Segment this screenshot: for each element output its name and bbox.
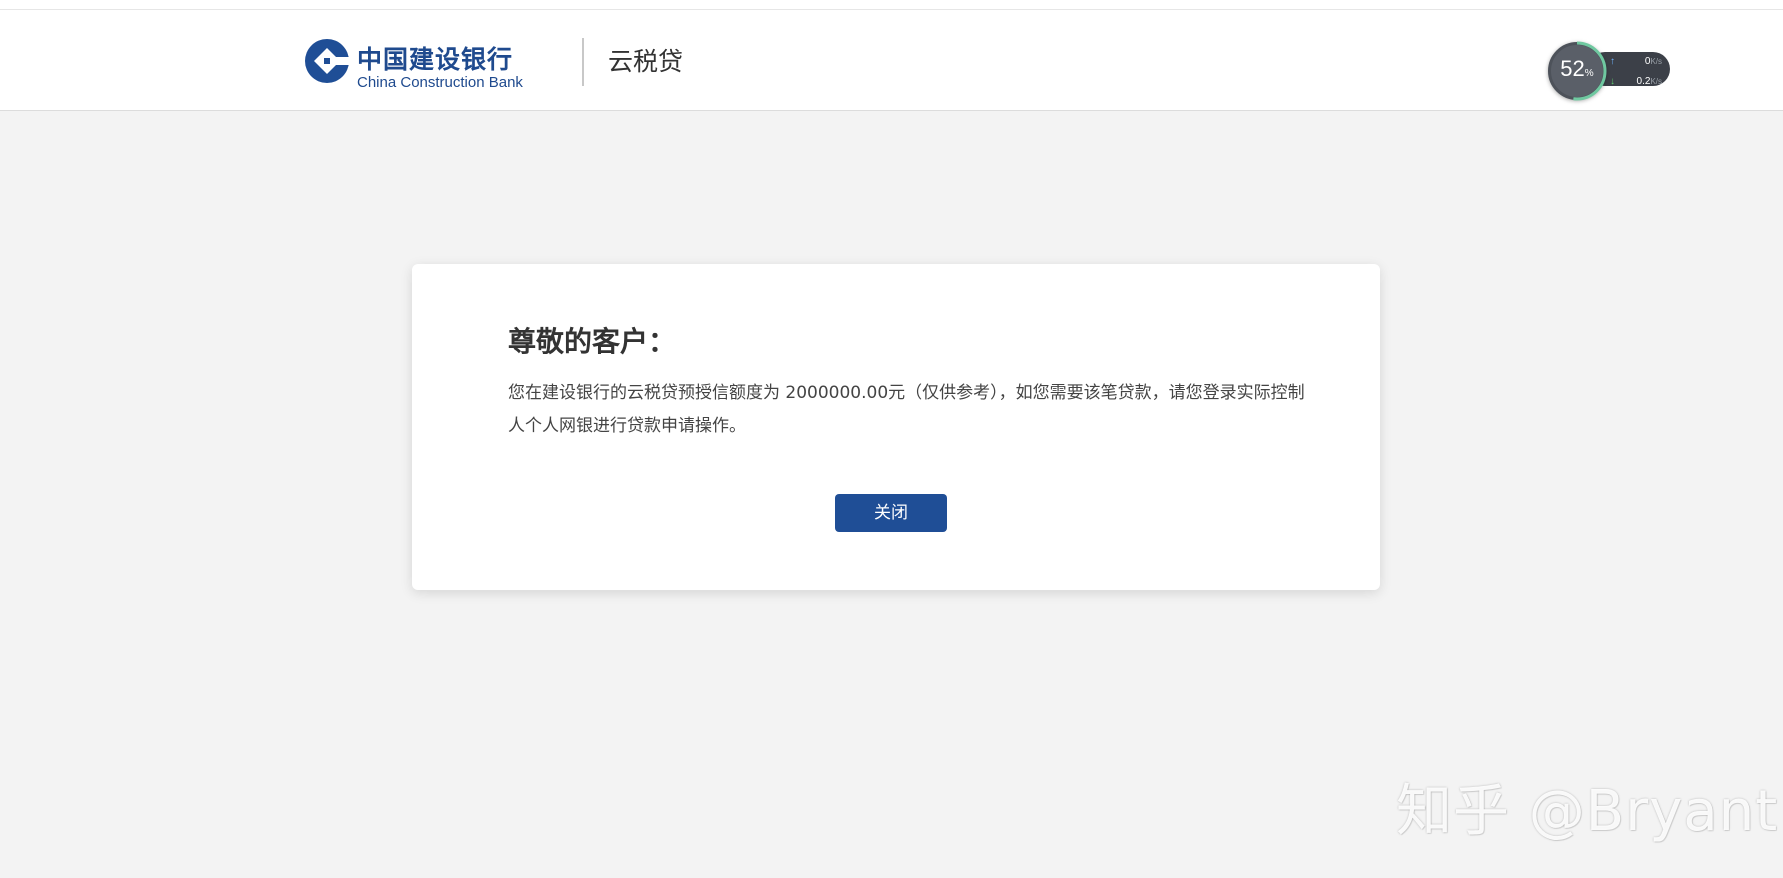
ccb-logo-icon[interactable] — [303, 37, 351, 85]
memory-usage-value: 52 — [1560, 56, 1585, 81]
memory-usage-percent: 52% — [1548, 56, 1606, 82]
arrow-up-icon: ↑ — [1610, 56, 1615, 67]
browser-top-strip — [0, 0, 1783, 10]
product-name: 云税贷 — [608, 47, 684, 76]
download-speed-unit: K/s — [1650, 77, 1662, 86]
zhihu-watermark: 知乎 @Bryant — [1396, 779, 1779, 844]
bank-name-chinese: 中国建设银行 — [357, 45, 514, 74]
bank-name-english: China Construction Bank — [357, 74, 523, 91]
memory-usage-unit: % — [1584, 68, 1594, 79]
notice-dialog: 尊敬的客户： 您在建设银行的云税贷预授信额度为 2000000.00元（仅供参考… — [412, 264, 1380, 590]
arrow-down-icon: ↓ — [1610, 76, 1615, 87]
dialog-greeting: 尊敬的客户： — [508, 325, 677, 358]
download-speed-value: 0.2 — [1636, 76, 1651, 87]
upload-speed-unit: K/s — [1650, 57, 1662, 66]
site-header: 中国建设银行 China Construction Bank 云税贷 ↑ 0K/… — [0, 10, 1783, 111]
close-button[interactable]: 关闭 — [835, 494, 947, 532]
header-divider — [582, 38, 584, 86]
dialog-message: 您在建设银行的云税贷预授信额度为 2000000.00元（仅供参考），如您需要该… — [508, 383, 1305, 436]
network-monitor-widget[interactable]: ↑ 0K/s ↓ 0.2K/s 52% — [1547, 41, 1670, 101]
